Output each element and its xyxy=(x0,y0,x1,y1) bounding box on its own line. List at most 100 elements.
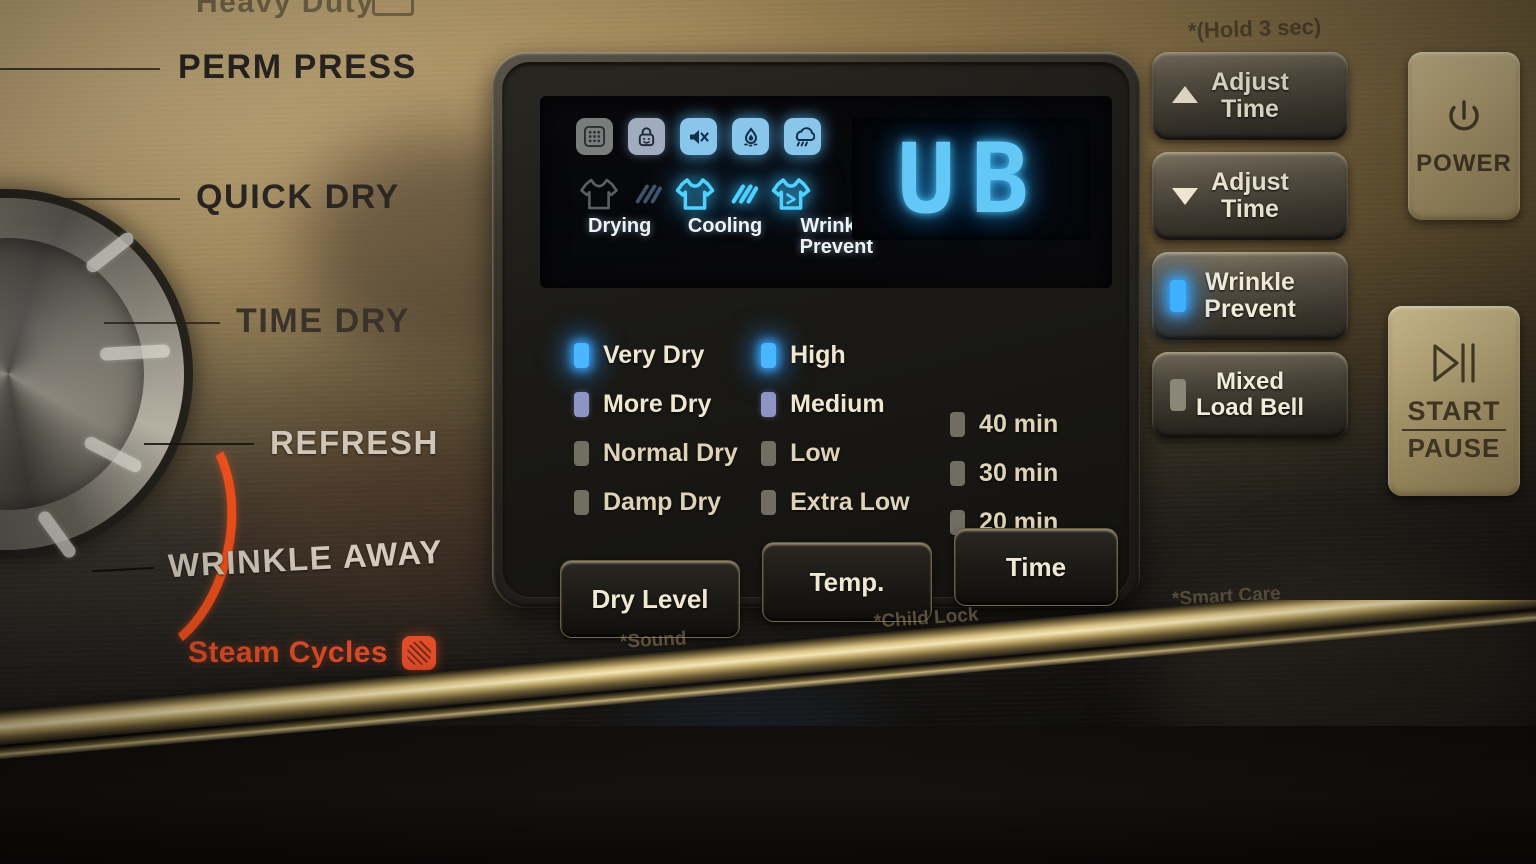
option-indicator-grid: Very Dry More Dry Normal Dry Damp Dry Hi… xyxy=(574,340,1094,537)
pause-label: PAUSE xyxy=(1407,433,1501,463)
dial-tick xyxy=(99,344,171,361)
cycle-label-cut-off-box xyxy=(372,0,414,16)
led-indicator xyxy=(950,460,966,486)
led-indicator xyxy=(574,489,589,515)
time-button[interactable]: Time xyxy=(954,528,1118,606)
dryer-control-panel-photo: Heavy Duty PERM PRESS QUICK DRY TIME DRY… xyxy=(0,0,1536,864)
cycle-label-text: TIME DRY xyxy=(236,302,410,340)
cycle-tick-line xyxy=(0,67,160,70)
led-indicator xyxy=(761,440,777,466)
option-label: Medium xyxy=(790,389,885,418)
option-row: Extra Low xyxy=(761,487,950,517)
divider xyxy=(1402,429,1506,431)
led-indicator xyxy=(574,440,589,466)
triangle-down-icon xyxy=(1172,188,1198,205)
damp-wet-icon xyxy=(784,118,821,155)
option-row: 40 min xyxy=(950,409,1094,439)
progress-chevrons xyxy=(630,175,664,213)
adjust-time-up-button[interactable]: Adjust Time xyxy=(1152,52,1348,140)
power-label: POWER xyxy=(1416,150,1512,177)
start-label: START xyxy=(1407,396,1501,426)
option-label: Very Dry xyxy=(603,340,705,369)
cycle-label-text: QUICK DRY xyxy=(196,178,400,216)
wrinkle-prevent-button[interactable]: Wrinkle Prevent xyxy=(1152,252,1348,340)
option-label: Damp Dry xyxy=(603,487,722,516)
led-indicator xyxy=(1170,280,1186,312)
option-label: 40 min xyxy=(979,409,1059,438)
option-row: More Dry xyxy=(574,389,761,419)
led-indicator xyxy=(574,342,589,368)
cycle-tick-line xyxy=(40,197,180,200)
mixed-load-bell-label: Mixed Load Bell xyxy=(1195,368,1304,421)
power-icon xyxy=(1449,100,1479,131)
progress-label-drying: Drying xyxy=(588,215,652,237)
option-row: Normal Dry xyxy=(574,438,761,468)
steam-drop-icon xyxy=(732,118,769,155)
mixed-load-bell-button[interactable]: Mixed Load Bell xyxy=(1152,352,1348,438)
wrinkle-prevent-shirt-icon xyxy=(768,174,814,214)
time-column: 40 min 30 min 20 min xyxy=(950,340,1094,537)
right-button-stack: Adjust Time Adjust Time Wrinkle Prevent … xyxy=(1152,52,1348,450)
cycle-label-perm-press: PERM PRESS xyxy=(0,48,417,87)
option-row: 30 min xyxy=(950,458,1094,488)
cycle-tick-line xyxy=(144,443,254,445)
start-pause-label: START PAUSE xyxy=(1402,396,1506,464)
start-pause-button[interactable]: START PAUSE xyxy=(1388,306,1520,496)
option-label: Normal Dry xyxy=(603,438,738,467)
adjust-time-down-button[interactable]: Adjust Time xyxy=(1152,152,1348,240)
dry-level-button[interactable]: Dry Level xyxy=(560,560,740,638)
led-indicator xyxy=(761,391,777,417)
drying-shirt-icon xyxy=(576,174,622,214)
filter-grid-icon xyxy=(576,118,613,155)
sound-mute-icon xyxy=(680,118,717,155)
power-button[interactable]: POWER xyxy=(1408,52,1520,220)
led-indicator xyxy=(761,342,777,368)
dial-tick xyxy=(83,230,137,275)
led-indicator xyxy=(574,391,589,417)
option-label: More Dry xyxy=(603,389,712,418)
cycle-label-refresh: REFRESH xyxy=(144,424,439,462)
option-label: Extra Low xyxy=(790,487,910,516)
lower-panel-shadow xyxy=(0,726,1536,864)
led-indicator xyxy=(761,489,777,515)
adjust-time-down-label: Adjust Time xyxy=(1211,168,1289,223)
steam-cycles-label: Steam Cycles xyxy=(188,636,436,670)
option-label: High xyxy=(790,340,846,369)
display-code: UB xyxy=(897,123,1045,235)
option-label: Low xyxy=(790,438,841,467)
cycle-label-text: REFRESH xyxy=(270,424,439,461)
cycle-tick-line xyxy=(104,321,220,324)
cycle-label-time-dry: TIME DRY xyxy=(104,302,410,341)
console-inner-face: Drying Cooling Wrinkle Prevent UB Very D… xyxy=(502,62,1130,638)
status-icon-row xyxy=(576,118,821,155)
temperature-column: High Medium Low Extra Low xyxy=(761,340,950,537)
cycle-label-text: PERM PRESS xyxy=(178,48,417,86)
steam-cycles-text: Steam Cycles xyxy=(188,636,388,669)
play-pause-icon xyxy=(1433,343,1475,383)
dry-level-column: Very Dry More Dry Normal Dry Damp Dry xyxy=(574,340,761,537)
option-label: 30 min xyxy=(979,458,1059,487)
cycle-label-quick-dry: QUICK DRY xyxy=(40,178,400,217)
display-glass: Drying Cooling Wrinkle Prevent UB xyxy=(540,96,1112,288)
option-row: Very Dry xyxy=(574,340,761,370)
console-button-row: Dry Level Temp. Time xyxy=(560,528,1118,638)
child-lock-icon xyxy=(628,118,665,155)
led-indicator xyxy=(950,411,966,437)
cycle-progress-labels: Drying Cooling Wrinkle Prevent xyxy=(566,216,896,258)
option-row: Low xyxy=(761,438,950,468)
sound-footnote: *Sound xyxy=(619,628,687,653)
option-row: Damp Dry xyxy=(574,487,761,517)
hold-3-sec-footnote: *(Hold 3 sec) xyxy=(1187,13,1322,44)
triangle-up-icon xyxy=(1172,86,1198,103)
cycle-progress-row xyxy=(576,174,814,214)
led-indicator xyxy=(1170,379,1186,411)
control-console: Drying Cooling Wrinkle Prevent UB Very D… xyxy=(492,52,1140,638)
adjust-time-up-label: Adjust Time xyxy=(1211,68,1289,123)
cooling-shirt-icon xyxy=(672,174,718,214)
option-row: Medium xyxy=(761,389,950,419)
digital-display: UB xyxy=(852,118,1090,240)
option-row: High xyxy=(761,340,950,370)
cycle-label-cut-off: Heavy Duty xyxy=(196,0,375,19)
wrinkle-prevent-label: Wrinkle Prevent xyxy=(1204,268,1296,323)
steam-icon xyxy=(401,636,436,670)
